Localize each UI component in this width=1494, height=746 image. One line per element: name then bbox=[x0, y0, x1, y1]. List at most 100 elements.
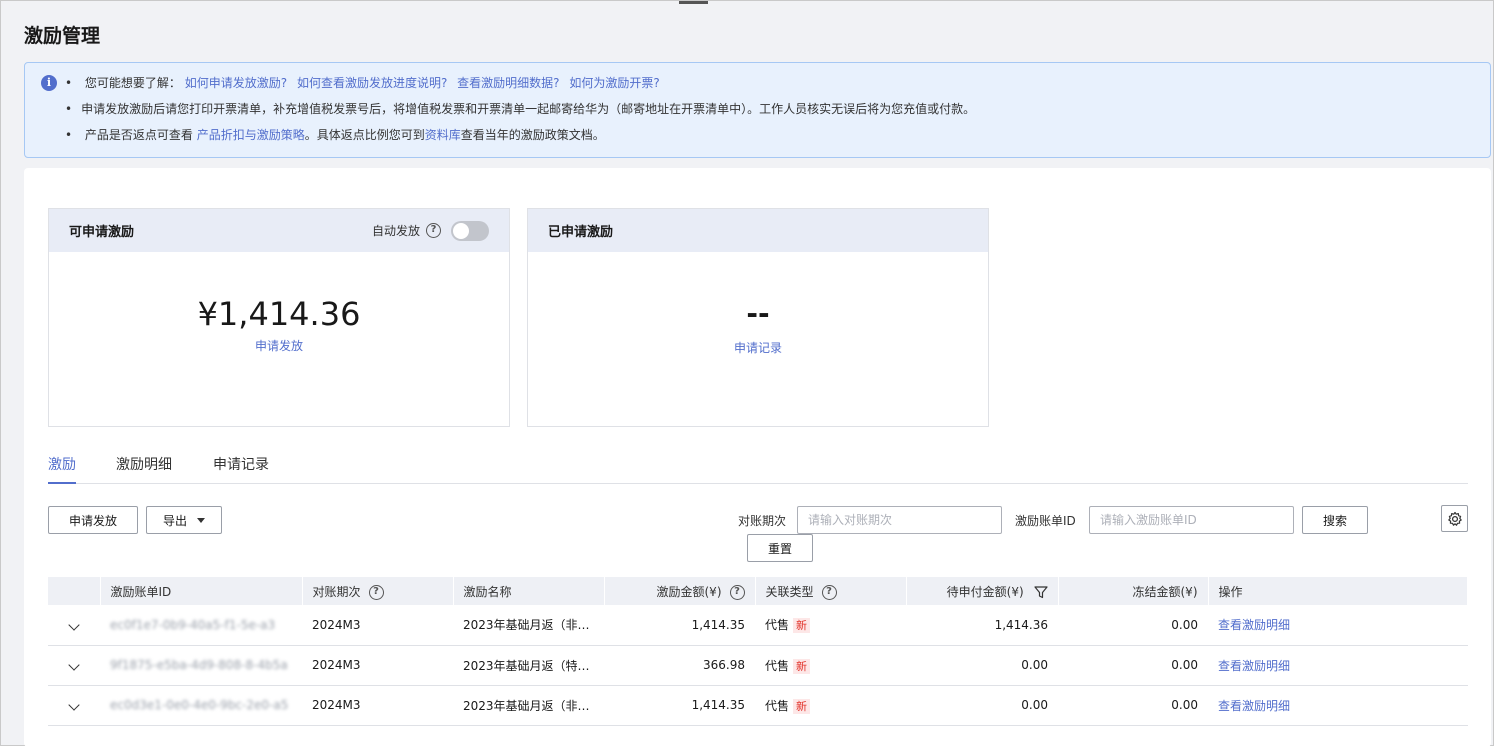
export-label: 导出 bbox=[162, 513, 187, 528]
page-title: 激励管理 bbox=[24, 25, 101, 47]
header-pending: 待申付金额(¥) bbox=[906, 577, 1059, 605]
bill-id-input[interactable] bbox=[1089, 506, 1294, 534]
notice-policy-text-b: 。具体返点比例您可到 bbox=[304, 128, 425, 142]
cell-type: 代售新 bbox=[755, 605, 906, 645]
chevron-down-icon[interactable] bbox=[68, 659, 80, 671]
cell-amount: 366.98 bbox=[703, 658, 745, 672]
view-detail-link[interactable]: 查看激励明细 bbox=[1218, 699, 1290, 713]
filter-icon[interactable] bbox=[1033, 585, 1048, 599]
cell-pending: 0.00 bbox=[1021, 658, 1048, 672]
bill-id-value: ec0d3e1-0e0-4e0-9bc-2e0-a5 bbox=[110, 698, 289, 712]
cell-frozen: 0.00 bbox=[1171, 698, 1198, 712]
cell-name: 2023年基础月返（特… bbox=[463, 658, 590, 673]
header-bill-id: 激励账单ID bbox=[100, 577, 303, 605]
notice-line-faq: 您可能想要了解： 如何申请发放激励? 如何查看激励发放进度说明? 查看激励明细数… bbox=[65, 75, 975, 101]
table-row: 9f1875-e5ba-4d9-808-8-4b5a 2024M3 2023年基… bbox=[48, 645, 1468, 685]
header-name: 激励名称 bbox=[453, 577, 605, 605]
type-value: 代售 bbox=[765, 618, 790, 633]
header-action: 操作 bbox=[1208, 577, 1468, 605]
reset-button[interactable]: 重置 bbox=[747, 534, 813, 562]
header-type-label: 关联类型 bbox=[765, 584, 814, 599]
table-row: ec0f1e7-0b9-40a5-f1-5e-a3 2024M3 2023年基础… bbox=[48, 605, 1468, 645]
caret-down-icon bbox=[197, 517, 205, 523]
header-expand bbox=[48, 577, 101, 605]
help-icon[interactable]: ? bbox=[426, 223, 441, 238]
notice-line-policy: 产品是否返点可查看 产品折扣与激励策略。具体返点比例您可到资料库查看当年的激励政… bbox=[65, 127, 975, 153]
table-header: 激励账单ID 对账期次? 激励名称 激励金额(¥)? 关联类型? 待申付金额(¥… bbox=[48, 577, 1468, 605]
cell-action: 查看激励明细 bbox=[1208, 685, 1468, 725]
header-pending-label: 待申付金额(¥) bbox=[946, 584, 1024, 599]
applied-incentive-card: 已申请激励 -- 申请记录 bbox=[527, 208, 989, 427]
table-row: ec0d3e1-0e0-4e0-9bc-2e0-a5 2024M3 2023年基… bbox=[48, 685, 1468, 725]
auto-issue-label: 自动发放 bbox=[371, 224, 420, 238]
notice-link-policy[interactable]: 产品折扣与激励策略 bbox=[197, 128, 305, 142]
header-frozen: 冻结金额(¥) bbox=[1058, 577, 1209, 605]
notice-link-detail[interactable]: 查看激励明细数据? bbox=[457, 76, 559, 90]
tab-apply-record[interactable]: 申请记录 bbox=[213, 454, 269, 484]
applied-amount: -- bbox=[746, 297, 770, 330]
header-amount: 激励金额(¥)? bbox=[604, 577, 756, 605]
cell-period: 2024M3 bbox=[312, 617, 361, 632]
export-dropdown-button[interactable]: 导出 bbox=[146, 506, 222, 534]
cell-type: 代售新 bbox=[755, 685, 906, 725]
tab-incentive[interactable]: 激励 bbox=[48, 454, 76, 484]
type-value: 代售 bbox=[765, 658, 790, 673]
apply-record-link[interactable]: 申请记录 bbox=[528, 339, 988, 356]
notice-link-invoice[interactable]: 如何为激励开票? bbox=[569, 76, 659, 90]
header-period: 对账期次? bbox=[302, 577, 454, 605]
help-icon[interactable]: ? bbox=[729, 584, 745, 600]
cell-pending: 0.00 bbox=[1021, 698, 1048, 712]
table-settings-button[interactable] bbox=[1441, 505, 1468, 532]
header-period-label: 对账期次 bbox=[312, 584, 361, 599]
available-incentive-card: 可申请激励 自动发放 ? ¥1,414.36 申请发放 bbox=[48, 208, 510, 427]
chevron-down-icon[interactable] bbox=[68, 699, 80, 711]
cell-name: 2023年基础月返（非… bbox=[463, 698, 590, 713]
info-icon: i bbox=[41, 75, 57, 91]
help-icon[interactable]: ? bbox=[821, 584, 837, 600]
notice-policy-text-c: 查看当年的激励政策文档。 bbox=[460, 128, 605, 142]
cell-pending: 1,414.36 bbox=[994, 617, 1048, 632]
main-panel: 可申请激励 自动发放 ? ¥1,414.36 申请发放 已申请激励 -- 申请记… bbox=[24, 168, 1491, 746]
cell-frozen: 0.00 bbox=[1171, 617, 1198, 632]
row-expand[interactable] bbox=[48, 605, 100, 645]
tab-incentive-detail[interactable]: 激励明细 bbox=[116, 454, 172, 484]
new-badge: 新 bbox=[793, 658, 811, 674]
gear-icon bbox=[1447, 511, 1462, 526]
cell-bill-id: ec0f1e7-0b9-40a5-f1-5e-a3 bbox=[100, 605, 302, 645]
header-type: 关联类型? bbox=[755, 577, 907, 605]
notice-policy-text-a: 产品是否返点可查看 bbox=[84, 128, 197, 142]
bill-id-label: 激励账单ID bbox=[1015, 514, 1076, 528]
tab-bar: 激励 激励明细 申请记录 bbox=[48, 449, 1468, 484]
notice-line-mail: 申请发放激励后请您打印开票清单，补充增值税发票号后，将增值税发票和开票清单一起邮… bbox=[65, 101, 975, 127]
cell-action: 查看激励明细 bbox=[1208, 645, 1468, 685]
auto-issue-toggle[interactable] bbox=[451, 220, 489, 241]
cell-amount: 1,414.35 bbox=[691, 698, 745, 712]
cell-amount: 1,414.35 bbox=[691, 617, 745, 632]
row-expand[interactable] bbox=[48, 645, 100, 685]
bill-id-value: 9f1875-e5ba-4d9-808-8-4b5a bbox=[110, 658, 288, 672]
bill-id-value: ec0f1e7-0b9-40a5-f1-5e-a3 bbox=[110, 617, 276, 632]
apply-issue-link[interactable]: 申请发放 bbox=[49, 337, 509, 354]
search-button[interactable]: 搜索 bbox=[1302, 506, 1368, 534]
period-input[interactable] bbox=[797, 506, 1002, 534]
cell-bill-id: 9f1875-e5ba-4d9-808-8-4b5a bbox=[100, 645, 302, 685]
top-divider-mark bbox=[679, 1, 708, 4]
notice-prefix: 您可能想要了解： bbox=[84, 76, 181, 90]
notice-link-progress[interactable]: 如何查看激励发放进度说明? bbox=[297, 76, 447, 90]
help-icon[interactable]: ? bbox=[368, 584, 384, 600]
notice-link-apply[interactable]: 如何申请发放激励? bbox=[185, 76, 287, 90]
row-expand[interactable] bbox=[48, 685, 100, 725]
incentive-table: 激励账单ID 对账期次? 激励名称 激励金额(¥)? 关联类型? 待申付金额(¥… bbox=[48, 577, 1468, 726]
cell-type: 代售新 bbox=[755, 645, 906, 685]
header-amount-label: 激励金额(¥) bbox=[656, 584, 722, 599]
apply-issue-button[interactable]: 申请发放 bbox=[48, 506, 138, 534]
notice-mail-text: 申请发放激励后请您打印开票清单，补充增值税发票号后，将增值税发票和开票清单一起邮… bbox=[81, 102, 976, 116]
chevron-down-icon[interactable] bbox=[68, 619, 80, 631]
view-detail-link[interactable]: 查看激励明细 bbox=[1218, 618, 1290, 632]
view-detail-link[interactable]: 查看激励明细 bbox=[1218, 659, 1290, 673]
cell-period: 2024M3 bbox=[312, 698, 361, 712]
new-badge: 新 bbox=[793, 698, 811, 714]
notice-link-library[interactable]: 资料库 bbox=[425, 128, 461, 142]
cell-frozen: 0.00 bbox=[1171, 658, 1198, 672]
info-notice: i 您可能想要了解： 如何申请发放激励? 如何查看激励发放进度说明? 查看激励明… bbox=[24, 62, 1491, 158]
